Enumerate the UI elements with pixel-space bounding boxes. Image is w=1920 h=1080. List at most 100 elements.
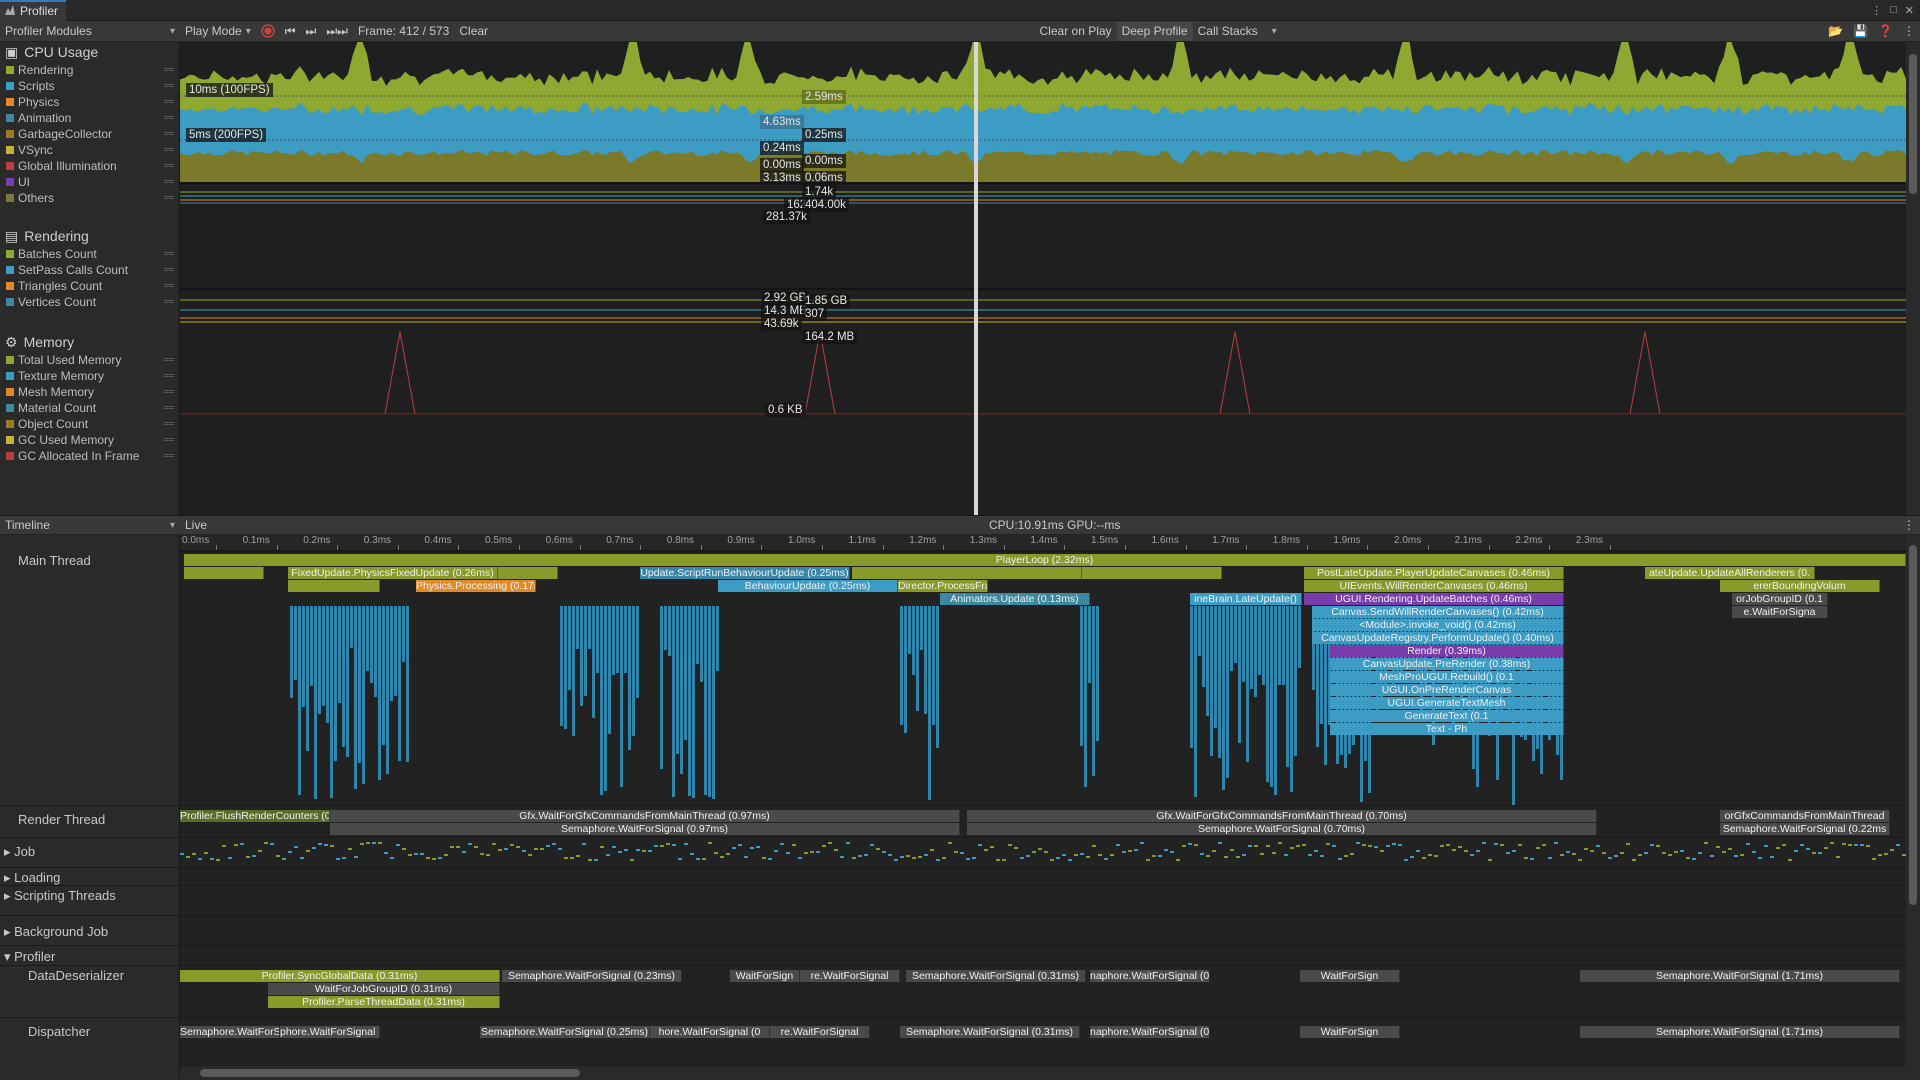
job-sample[interactable] xyxy=(1170,851,1174,853)
sample-bar[interactable]: <Module>.invoke_void() (0.42ms) xyxy=(1312,619,1564,631)
job-sample[interactable] xyxy=(414,853,418,855)
job-sample[interactable] xyxy=(1092,845,1096,847)
module-item-setpass-calls-count[interactable]: SetPass Calls Count xyxy=(0,262,180,278)
sample-bar[interactable] xyxy=(1190,606,1193,748)
job-sample[interactable] xyxy=(750,847,754,849)
job-sample[interactable] xyxy=(1554,842,1558,844)
sample-bar[interactable]: Update.ScriptRunBehaviourUpdate (0.25ms) xyxy=(640,567,850,579)
job-sample[interactable] xyxy=(864,854,868,856)
sample-bar[interactable]: WaitForSign xyxy=(1300,1026,1400,1038)
sample-bar[interactable] xyxy=(588,606,591,649)
charts-scrollbar[interactable] xyxy=(1906,42,1920,515)
sample-bar[interactable] xyxy=(664,606,667,650)
job-sample[interactable] xyxy=(678,858,682,860)
job-sample[interactable] xyxy=(498,849,502,851)
job-sample[interactable] xyxy=(636,849,640,851)
sample-bar[interactable] xyxy=(390,606,393,701)
job-sample[interactable] xyxy=(1356,842,1360,844)
job-sample[interactable] xyxy=(1044,851,1048,853)
play-mode-dropdown[interactable]: Play Mode xyxy=(180,22,256,41)
job-sample[interactable] xyxy=(1470,854,1474,856)
job-sample[interactable] xyxy=(1176,859,1180,861)
job-sample[interactable] xyxy=(1200,853,1204,855)
sample-bar[interactable]: MeshProUGUI.Rebuild() (0.1 xyxy=(1330,671,1564,683)
job-sample[interactable] xyxy=(324,844,328,846)
job-sample[interactable] xyxy=(948,842,952,844)
sample-bar[interactable]: Physics.Processing (0.17ms) xyxy=(416,580,536,592)
job-sample[interactable] xyxy=(1266,845,1270,847)
job-sample[interactable] xyxy=(1644,852,1648,854)
job-sample[interactable] xyxy=(1068,859,1072,861)
cpu-module[interactable]: ▣ CPU Usage Rendering Scripts Physics Anima… xyxy=(0,42,180,206)
job-sample[interactable] xyxy=(1740,854,1744,856)
job-sample[interactable] xyxy=(258,850,262,852)
sample-bar[interactable]: FixedUpdate.PhysicsFixedUpdate (0.26ms) xyxy=(288,567,498,579)
job-sample[interactable] xyxy=(1680,850,1684,852)
thread-group-loading[interactable]: ▸ Loading xyxy=(0,867,180,885)
job-sample[interactable] xyxy=(588,859,592,861)
sample-bar[interactable] xyxy=(1278,606,1281,685)
more-icon[interactable]: ⋮ xyxy=(1871,4,1882,17)
sample-bar[interactable] xyxy=(592,606,595,718)
job-sample[interactable] xyxy=(1080,853,1084,855)
job-sample[interactable] xyxy=(1524,857,1528,859)
sample-bar[interactable] xyxy=(576,606,579,649)
sample-bar[interactable] xyxy=(560,606,563,726)
sample-bar[interactable] xyxy=(1242,606,1245,682)
job-sample[interactable] xyxy=(1038,848,1042,850)
sample-bar[interactable] xyxy=(374,606,377,697)
sample-bar[interactable] xyxy=(1262,606,1265,685)
job-sample[interactable] xyxy=(1410,856,1414,858)
job-sample[interactable] xyxy=(180,853,184,855)
job-sample[interactable] xyxy=(918,856,922,858)
job-sample[interactable] xyxy=(1698,852,1702,854)
job-sample[interactable] xyxy=(474,846,478,848)
sample-bar[interactable]: e.WaitForSigna xyxy=(1732,606,1828,618)
module-item-vertices-count[interactable]: Vertices Count xyxy=(0,294,180,310)
sample-bar[interactable] xyxy=(908,606,911,654)
job-sample[interactable] xyxy=(1122,851,1126,853)
job-sample[interactable] xyxy=(480,853,484,855)
job-sample[interactable] xyxy=(1578,859,1582,861)
job-sample[interactable] xyxy=(1104,858,1108,860)
sample-bar[interactable]: Semaphore.WaitForSignal (0.31ms) xyxy=(900,1026,1080,1038)
sample-bar[interactable]: Render (0.39ms) xyxy=(1330,645,1564,657)
sample-bar[interactable]: Director.ProcessFrame (0.13ms) xyxy=(898,580,988,592)
job-sample[interactable] xyxy=(1650,844,1654,846)
sample-bar[interactable]: Text - Ph xyxy=(1330,723,1564,735)
job-sample[interactable] xyxy=(1770,856,1774,858)
thread-main[interactable]: Main Thread xyxy=(0,535,180,805)
job-sample[interactable] xyxy=(1434,855,1438,857)
sample-bar[interactable] xyxy=(1290,606,1293,792)
job-sample[interactable] xyxy=(756,846,760,848)
sample-bar[interactable] xyxy=(1080,606,1083,746)
sample-bar[interactable] xyxy=(382,606,385,745)
job-sample[interactable] xyxy=(1620,852,1624,854)
sample-bar[interactable]: ateUpdate.UpdateAllRenderers (0. xyxy=(1645,567,1815,579)
job-sample[interactable] xyxy=(1320,855,1324,857)
sample-bar[interactable] xyxy=(636,606,639,698)
job-sample[interactable] xyxy=(402,848,406,850)
job-sample[interactable] xyxy=(1560,854,1564,856)
job-sample[interactable] xyxy=(1236,856,1240,858)
sample-bar[interactable] xyxy=(314,606,317,799)
job-sample[interactable] xyxy=(1788,859,1792,861)
job-sample[interactable] xyxy=(1188,843,1192,845)
sample-bar[interactable] xyxy=(294,606,297,680)
job-sample[interactable] xyxy=(1608,857,1612,859)
job-sample[interactable] xyxy=(738,844,742,846)
job-sample[interactable] xyxy=(210,858,214,860)
sample-bar[interactable] xyxy=(596,606,599,673)
job-sample[interactable] xyxy=(1776,847,1780,849)
job-sample[interactable] xyxy=(1242,854,1246,856)
sample-bar[interactable]: PlayerLoop (2.32ms) xyxy=(184,554,1906,566)
sample-bar[interactable] xyxy=(1234,606,1237,663)
sample-bar[interactable]: Profiler.FlushRenderCounters (0.83ms) xyxy=(180,810,330,822)
job-sample[interactable] xyxy=(804,852,808,854)
job-sample[interactable] xyxy=(1548,857,1552,859)
thread-dispatcher[interactable]: Dispatcher xyxy=(0,1017,180,1062)
drag-handle-icon[interactable] xyxy=(164,116,174,119)
sample-bar[interactable] xyxy=(696,606,699,664)
job-sample[interactable] xyxy=(612,846,616,848)
drag-handle-icon[interactable] xyxy=(164,268,174,271)
